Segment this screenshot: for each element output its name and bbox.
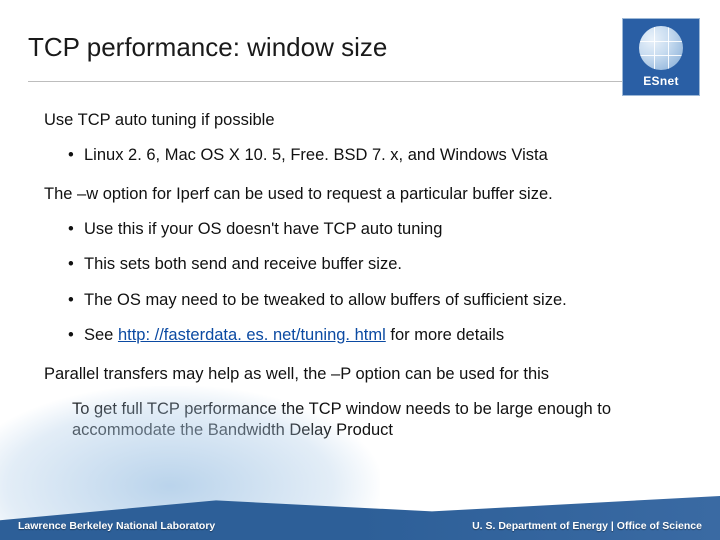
link-suffix: for more details	[386, 326, 504, 344]
slide-title: TCP performance: window size	[28, 32, 720, 63]
logo-label: ESnet	[643, 74, 679, 88]
list-item: Linux 2. 6, Mac OS X 10. 5, Free. BSD 7.…	[68, 145, 680, 166]
bullet-list-w: Use this if your OS doesn't have TCP aut…	[68, 219, 680, 345]
para-w-option: The –w option for Iperf can be used to r…	[44, 184, 680, 205]
list-item: This sets both send and receive buffer s…	[68, 254, 680, 275]
link-prefix: See	[84, 326, 118, 344]
list-item: Use this if your OS doesn't have TCP aut…	[68, 219, 680, 240]
footer-right: U. S. Department of Energy | Office of S…	[472, 520, 702, 532]
esnet-logo: ESnet	[622, 18, 700, 96]
para-autotune: Use TCP auto tuning if possible	[44, 110, 680, 131]
bullet-list-os: Linux 2. 6, Mac OS X 10. 5, Free. BSD 7.…	[68, 145, 680, 166]
para-parallel: Parallel transfers may help as well, the…	[44, 364, 680, 385]
footer: Lawrence Berkeley National Laboratory U.…	[0, 496, 720, 540]
globe-icon	[639, 26, 683, 70]
list-item: See http: //fasterdata. es. net/tuning. …	[68, 325, 680, 346]
slide: ESnet TCP performance: window size Use T…	[0, 0, 720, 540]
title-bar: TCP performance: window size	[0, 0, 720, 71]
list-item: The OS may need to be tweaked to allow b…	[68, 290, 680, 311]
tuning-link[interactable]: http: //fasterdata. es. net/tuning. html	[118, 326, 386, 344]
footer-bg	[0, 496, 720, 540]
footer-left: Lawrence Berkeley National Laboratory	[18, 520, 215, 532]
